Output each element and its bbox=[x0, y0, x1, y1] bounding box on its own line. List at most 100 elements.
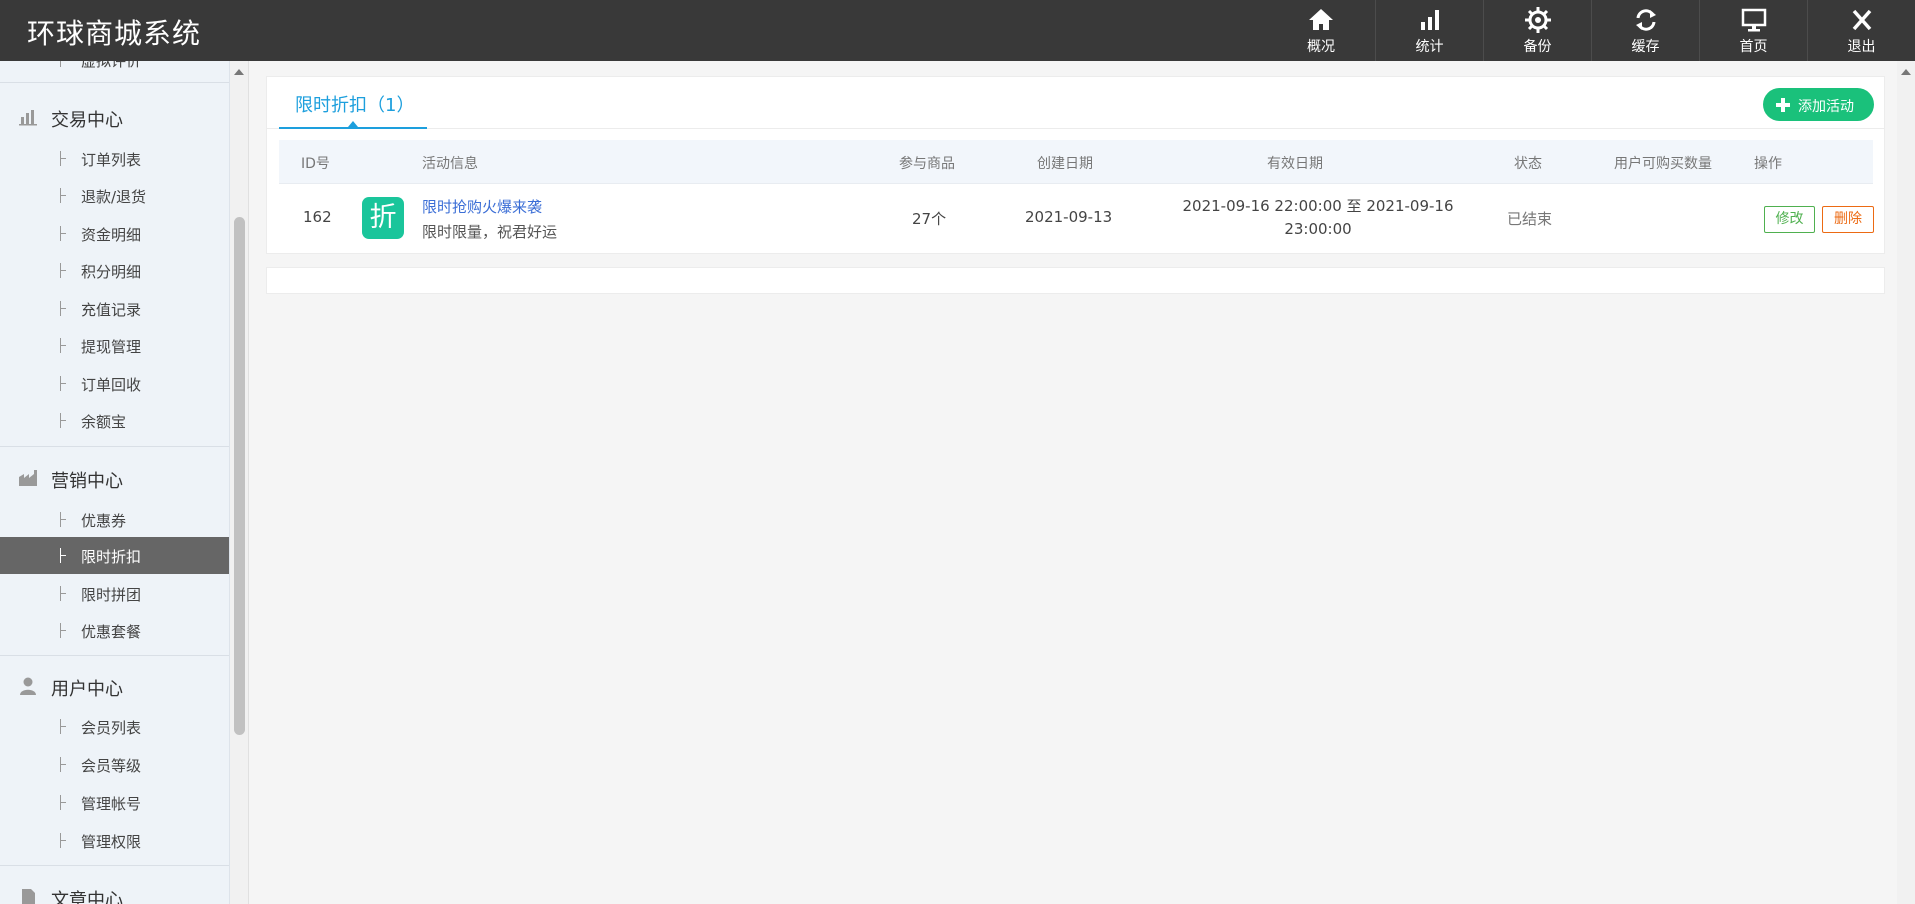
sidebar-group-label: 用户中心 bbox=[51, 679, 123, 700]
scroll-up-arrow-icon[interactable] bbox=[1901, 69, 1911, 75]
sidebar-item-label: 优惠券 bbox=[81, 512, 127, 530]
add-activity-label: 添加活动 bbox=[1798, 99, 1854, 115]
table-header: ID号 活动信息 参与商品 创建日期 有效日期 状态 用户可购买数量 操作 bbox=[279, 140, 1873, 184]
sidebar-item-funds[interactable]: 资金明细 bbox=[0, 215, 229, 252]
app-title: 环球商城系统 bbox=[27, 17, 202, 50]
sidebar-item-order-recycle[interactable]: 订单回收 bbox=[0, 365, 229, 402]
sidebar-item-group-buy[interactable]: 限时拼团 bbox=[0, 575, 229, 612]
sidebar-item-label: 会员列表 bbox=[81, 719, 142, 737]
tab-flash-discount[interactable]: 限时折扣（1） bbox=[279, 77, 427, 129]
sidebar-group-marketing[interactable]: 营销中心 bbox=[0, 459, 229, 497]
top-nav: 概况 统计 备份 缓存 首页 退出 bbox=[1267, 0, 1915, 61]
sidebar-item-label: 优惠套餐 bbox=[81, 623, 142, 641]
tree-branch-icon bbox=[60, 151, 68, 166]
tab-label: 限时折扣（1） bbox=[295, 95, 415, 116]
sidebar-group-label: 营销中心 bbox=[51, 471, 123, 492]
topnav-backup[interactable]: 备份 bbox=[1483, 0, 1591, 61]
table-row: 162 折 限时抢购火爆来袭 限时限量，祝君好运 27个 2021-09-13 … bbox=[279, 184, 1874, 254]
tree-branch-icon bbox=[60, 413, 68, 428]
tree-branch-icon bbox=[60, 512, 68, 527]
user-icon bbox=[20, 677, 36, 695]
topnav-label: 备份 bbox=[1523, 38, 1552, 55]
sidebar-group-articles[interactable]: 文章中心 bbox=[0, 878, 229, 904]
activity-title-link[interactable]: 限时抢购火爆来袭 bbox=[422, 196, 542, 217]
cell-created: 2021-09-13 bbox=[1025, 208, 1113, 226]
sidebar-group-users[interactable]: 用户中心 bbox=[0, 667, 229, 705]
tree-branch-icon bbox=[60, 188, 68, 203]
sidebar-item-admin-permissions[interactable]: 管理权限 bbox=[0, 822, 229, 859]
top-bar: 环球商城系统 概况 统计 备份 缓存 首页 退出 bbox=[0, 0, 1915, 61]
column-header-status: 状态 bbox=[1514, 156, 1542, 172]
sidebar-item-order-list[interactable]: 订单列表 bbox=[0, 140, 229, 177]
tree-branch-icon bbox=[60, 586, 68, 601]
tree-branch-icon bbox=[60, 719, 68, 734]
delete-button[interactable]: 删除 bbox=[1822, 206, 1874, 233]
sidebar-group-label: 文章中心 bbox=[51, 890, 123, 904]
topnav-logout[interactable]: 退出 bbox=[1807, 0, 1915, 61]
cell-id: 162 bbox=[303, 208, 332, 226]
tree-branch-icon bbox=[60, 263, 68, 278]
discount-panel: 限时折扣（1） 添加活动 ID号 活动信息 参与商品 创建日期 有效日期 状态 … bbox=[266, 76, 1885, 254]
sidebar-item-member-level[interactable]: 会员等级 bbox=[0, 746, 229, 783]
sidebar-item-recharge[interactable]: 充值记录 bbox=[0, 290, 229, 327]
topnav-cache[interactable]: 缓存 bbox=[1591, 0, 1699, 61]
cell-valid-line1: 2021-09-16 22:00:00 至 2021-09-16 bbox=[1182, 197, 1454, 215]
plus-icon bbox=[1776, 98, 1790, 112]
sidebar-item-yuebao[interactable]: 余额宝 bbox=[0, 402, 229, 439]
factory-icon bbox=[19, 470, 37, 486]
topnav-label: 首页 bbox=[1739, 38, 1768, 55]
sidebar-item-label: 订单回收 bbox=[81, 376, 142, 394]
sidebar-item-label: 虚拟评价 bbox=[81, 61, 142, 70]
sidebar-item-label: 资金明细 bbox=[81, 226, 142, 244]
scrollbar-thumb[interactable] bbox=[234, 217, 245, 735]
topnav-label: 概况 bbox=[1307, 38, 1335, 55]
discount-badge-icon: 折 bbox=[362, 197, 404, 239]
sidebar-group-trade[interactable]: 交易中心 bbox=[0, 98, 229, 136]
sidebar-item-member-list[interactable]: 会员列表 bbox=[0, 708, 229, 745]
sidebar-item-withdraw[interactable]: 提现管理 bbox=[0, 327, 229, 364]
edit-button[interactable]: 修改 bbox=[1764, 206, 1815, 233]
sidebar-item-points[interactable]: 积分明细 bbox=[0, 252, 229, 289]
tree-branch-icon bbox=[60, 833, 68, 848]
topnav-overview[interactable]: 概况 bbox=[1267, 0, 1375, 61]
home-icon bbox=[1309, 8, 1333, 30]
column-header-created: 创建日期 bbox=[1037, 156, 1093, 172]
sidebar-item-flash-discount[interactable]: 限时折扣 bbox=[0, 537, 229, 574]
document-icon bbox=[22, 889, 35, 904]
topnav-label: 缓存 bbox=[1631, 38, 1660, 55]
tab-bar: 限时折扣（1） 添加活动 bbox=[267, 77, 1884, 129]
topnav-home[interactable]: 首页 bbox=[1699, 0, 1807, 61]
pagination-panel bbox=[266, 267, 1885, 294]
topnav-label: 退出 bbox=[1847, 38, 1876, 55]
topnav-statistics[interactable]: 统计 bbox=[1375, 0, 1483, 61]
tree-branch-icon bbox=[60, 61, 68, 67]
main-scrollbar[interactable] bbox=[1897, 61, 1915, 904]
sidebar-item-label: 管理权限 bbox=[81, 833, 142, 851]
sidebar-item-virtual-review[interactable]: 虚拟评价 bbox=[0, 61, 229, 78]
add-activity-button[interactable]: 添加活动 bbox=[1763, 88, 1874, 121]
sidebar-item-bundle[interactable]: 优惠套餐 bbox=[0, 612, 229, 649]
monitor-icon bbox=[1741, 8, 1766, 31]
column-header-products: 参与商品 bbox=[899, 156, 955, 172]
divider bbox=[0, 446, 229, 447]
divider bbox=[0, 82, 229, 83]
sidebar-item-label: 退款/退货 bbox=[81, 188, 147, 206]
sidebar-item-refund[interactable]: 退款/退货 bbox=[0, 177, 229, 214]
sidebar: 虚拟评价 交易中心 订单列表 退款/退货 资金明细 积分明细 充值记录 提现管理… bbox=[0, 61, 230, 904]
tree-branch-icon bbox=[60, 757, 68, 772]
close-icon bbox=[1852, 9, 1871, 30]
sidebar-item-coupons[interactable]: 优惠券 bbox=[0, 501, 229, 538]
sidebar-scrollbar[interactable] bbox=[230, 61, 249, 904]
cell-products: 27个 bbox=[912, 210, 947, 228]
tree-branch-icon bbox=[60, 548, 68, 563]
gear-icon bbox=[1524, 6, 1551, 33]
cell-valid-line2: 23:00:00 bbox=[1284, 220, 1352, 238]
tree-branch-icon bbox=[60, 338, 68, 353]
column-header-actions: 操作 bbox=[1754, 156, 1782, 172]
bar-chart-icon bbox=[1420, 9, 1439, 30]
scroll-up-arrow-icon[interactable] bbox=[234, 69, 244, 75]
tree-branch-icon bbox=[60, 301, 68, 316]
sidebar-item-admin-accounts[interactable]: 管理帐号 bbox=[0, 784, 229, 821]
tree-branch-icon bbox=[60, 376, 68, 391]
sidebar-item-label: 余额宝 bbox=[81, 413, 127, 431]
